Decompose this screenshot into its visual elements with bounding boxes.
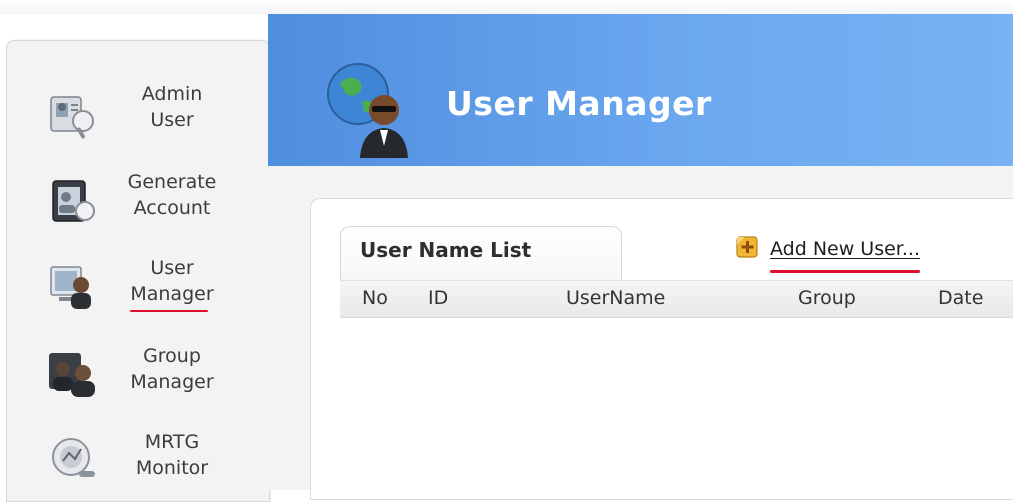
column-header-group[interactable]: Group (798, 287, 856, 309)
window-top-edge (0, 0, 1013, 14)
generate-account-icon (52, 180, 95, 222)
column-header-no[interactable]: No (362, 287, 388, 309)
column-header-id[interactable]: ID (428, 287, 448, 309)
admin-user-icon (50, 96, 94, 139)
mrtg-monitor-icon (52, 438, 95, 477)
active-item-highlight (130, 310, 208, 312)
group-manager-icon (49, 353, 95, 397)
add-plus-icon (736, 236, 758, 258)
sidebar-item-label: Group Manager (130, 345, 214, 393)
sidebar-item-label: MRTG Monitor (135, 431, 209, 479)
sidebar-item-label: Admin User (141, 83, 203, 131)
user-manager-icon (50, 266, 91, 309)
sidebar-item-mrtg-monitor[interactable]: MRTG Monitor (7, 415, 269, 495)
sidebar-item-label: User Manager (130, 257, 214, 305)
column-header-username[interactable]: UserName (566, 287, 665, 309)
page-title: User Manager (446, 84, 712, 123)
add-new-user-label[interactable]: Add New User... (770, 238, 920, 260)
globe-user-icon (327, 63, 408, 158)
sidebar-item-group-manager[interactable]: Group Manager (7, 329, 269, 409)
tab-title: User Name List (360, 238, 532, 262)
sidebar-item-user-manager[interactable]: User Manager (7, 241, 269, 321)
page-header: User Manager (268, 14, 1013, 166)
column-header-date[interactable]: Date (938, 287, 983, 309)
sidebar-item-generate-account[interactable]: Generate Account (7, 157, 269, 237)
sidebar: Admin User Generate Account User Manager (6, 40, 270, 502)
add-user-highlight (770, 270, 920, 273)
sidebar-item-admin-user[interactable]: Admin User (7, 71, 269, 151)
sidebar-item-label: Generate Account (127, 171, 217, 219)
